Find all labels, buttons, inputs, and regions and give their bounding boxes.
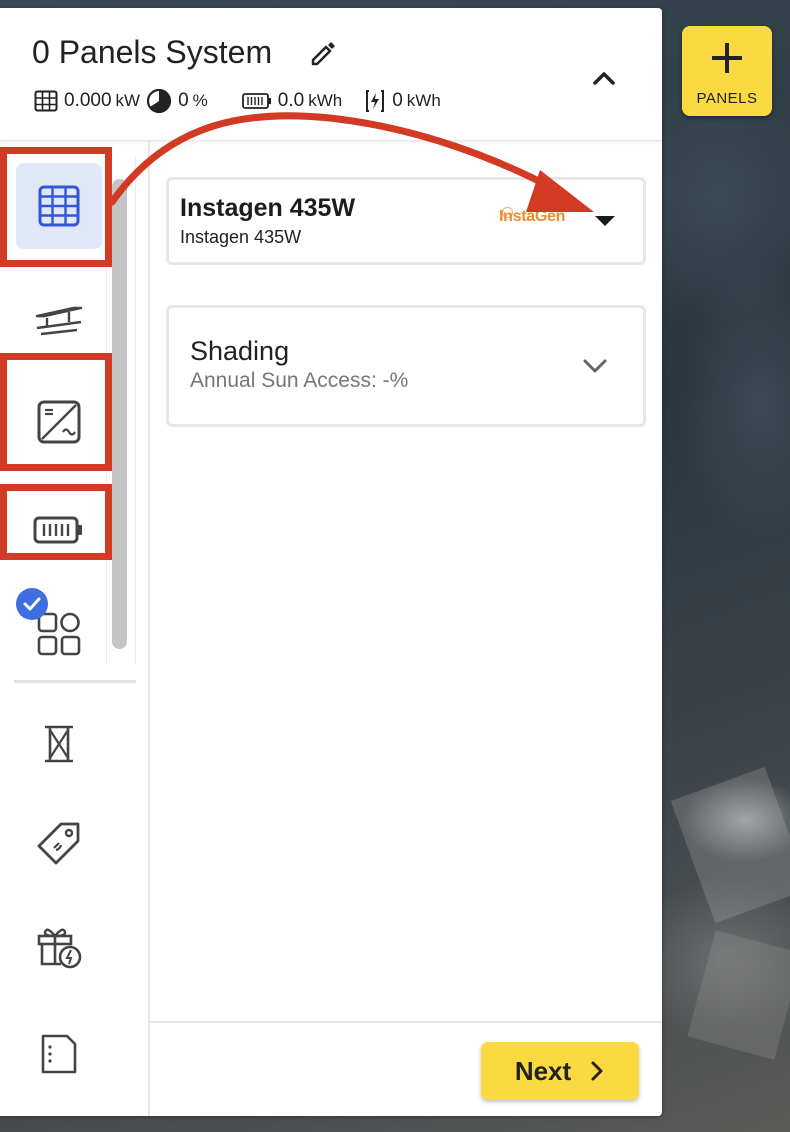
stat-battery: 0.0 kWh	[241, 90, 343, 112]
completed-check-icon	[16, 588, 48, 620]
add-panels-label: PANELS	[696, 90, 758, 107]
sidebar-item-pricing[interactable]	[16, 801, 102, 887]
stat-offset: 0 %	[146, 88, 208, 114]
incentives-gift-icon	[37, 928, 82, 969]
document-icon	[41, 1034, 77, 1074]
structure-icon	[45, 725, 73, 763]
next-label: Next	[514, 1055, 572, 1086]
module-selector-dropdown[interactable]: Instagen 435W Instagen 435W InstaGen	[166, 177, 646, 265]
stat-power-value: 0.000	[64, 90, 112, 111]
shading-title: Shading	[190, 336, 290, 366]
chevron-down-icon[interactable]	[579, 350, 611, 382]
add-panels-button[interactable]: PANELS	[682, 26, 772, 116]
stat-energy-value: 0	[392, 90, 403, 111]
system-stats: 0.000 kW 0 % 0.0 kWh 0 kWh	[34, 88, 475, 114]
annotation-highlight-panels	[0, 147, 112, 267]
plus-icon	[712, 43, 742, 73]
components-icon	[37, 612, 81, 656]
stat-battery-unit: kWh	[308, 91, 343, 110]
shading-section[interactable]: Shading Annual Sun Access: -%	[166, 305, 646, 427]
collapse-chevron-up-icon[interactable]	[586, 60, 622, 96]
footer-divider	[150, 1021, 662, 1023]
next-button[interactable]: Next	[481, 1042, 639, 1100]
sidebar-item-structure[interactable]	[16, 701, 102, 787]
system-title: 0 Panels System	[32, 34, 273, 70]
sidebar-divider	[14, 680, 136, 683]
design-sidebar	[0, 141, 150, 1116]
stat-power-unit: kW	[115, 91, 141, 110]
chevron-right-icon	[591, 1061, 603, 1081]
stat-offset-value: 0	[178, 90, 189, 111]
sidebar-scrollbar[interactable]	[112, 179, 127, 649]
stat-battery-value: 0.0	[277, 90, 305, 111]
caret-down-icon[interactable]	[595, 216, 615, 226]
annotation-highlight-battery	[0, 484, 112, 560]
offset-pie-icon	[146, 88, 172, 114]
racking-icon	[35, 306, 83, 336]
sidebar-item-incentives[interactable]	[16, 903, 102, 989]
price-tag-icon	[37, 822, 80, 865]
brand-logo: InstaGen	[499, 208, 566, 225]
edit-pencil-icon[interactable]	[308, 38, 338, 68]
solar-panel-icon	[34, 90, 58, 112]
energy-bolt-icon	[366, 90, 385, 112]
module-subtitle: Instagen 435W	[180, 227, 302, 247]
stat-energy-unit: kWh	[406, 91, 441, 110]
annotation-highlight-inverter	[0, 353, 112, 471]
battery-small-icon	[241, 93, 271, 109]
shading-subtitle: Annual Sun Access: -%	[190, 369, 409, 392]
sidebar-item-document[interactable]	[16, 1011, 102, 1097]
module-name: Instagen 435W	[180, 194, 356, 222]
stat-offset-unit: %	[192, 91, 208, 110]
stat-energy: 0 kWh	[364, 89, 441, 113]
sidebar-item-racking[interactable]	[16, 277, 102, 363]
design-content: Instagen 435W Instagen 435W InstaGen Sha…	[150, 141, 662, 1116]
stat-power: 0.000 kW	[34, 90, 140, 112]
system-header: 0 Panels System 0.000 kW 0 % 0.0 kWh 0 k…	[0, 8, 662, 141]
